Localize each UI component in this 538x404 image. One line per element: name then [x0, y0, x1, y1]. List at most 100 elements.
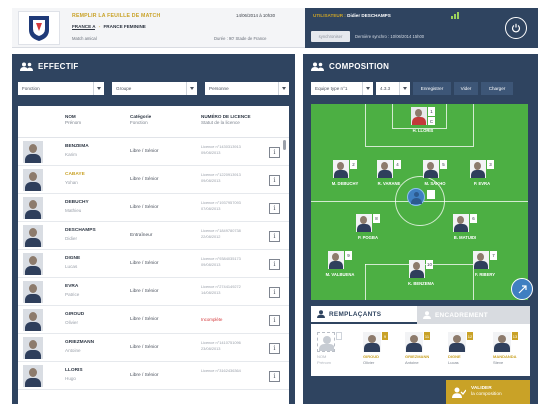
table-row[interactable]: LLORIS Hugo Libre / Sénior Licence n°316243…	[18, 362, 289, 390]
player-license: Licence n°1937957093 07/08/2013	[201, 200, 241, 211]
player-license: Licence n°1849780738 22/08/2012	[201, 228, 241, 239]
info-icon[interactable]: i	[269, 343, 280, 354]
bench-player-lastname: GRIEZMANN	[405, 354, 430, 359]
player-lastname: DIGNE	[65, 256, 81, 261]
info-icon[interactable]: i	[269, 231, 280, 242]
info-icon[interactable]: i	[269, 203, 280, 214]
validate-composition-button[interactable]: VALIDER la composition	[446, 380, 530, 404]
avatar	[493, 332, 511, 352]
player-license: Licence n°3162436364	[201, 368, 241, 374]
player-category: Entraîneur	[130, 233, 153, 238]
team-home[interactable]: FRANCE A	[72, 24, 96, 30]
player-category: Libre / Sénior	[130, 373, 159, 378]
chevron-down-icon	[93, 82, 104, 95]
bench-player[interactable]: 11 GRIEZMANN Antoine	[405, 330, 433, 372]
license-date: 09/08/2013	[201, 261, 221, 267]
license-date: 07/08/2013	[201, 205, 221, 211]
info-icon[interactable]: i	[269, 287, 280, 298]
users-icon	[20, 62, 33, 71]
filter-groupe-select[interactable]: Groupe	[112, 82, 197, 95]
table-row[interactable]: GIROUD Olivier Libre / Sénior Incomplète i	[18, 306, 289, 334]
player-license: Licence n°1410751096 23/08/2013	[201, 340, 241, 351]
app-header: REMPLIR LA FEUILLE DE MATCH 14/06/2014 à…	[12, 8, 538, 48]
avatar	[405, 332, 423, 352]
tab-remplacants[interactable]: REMPLAÇANTS	[311, 306, 417, 324]
filter-personne-select[interactable]: Personne	[205, 82, 289, 95]
license-number: Licence n°1220913913	[201, 172, 241, 177]
bench-player-firstname: Lucas	[448, 360, 459, 365]
info-icon[interactable]: i	[269, 315, 280, 326]
avatar	[409, 260, 425, 278]
shirt-number: 2	[350, 160, 357, 169]
license-number: Licence n°2744149272	[201, 284, 241, 289]
bench-slot-empty[interactable]: NOM Prénom	[317, 330, 345, 372]
player-lastname: DESCHAMPS	[65, 228, 96, 233]
table-row[interactable]: DEBUCHY Mathieu Libre / Sénior Licence n°19…	[18, 194, 289, 222]
bench-player-lastname: MANDANDA	[493, 354, 517, 359]
bench-player-firstname: Olivier	[363, 360, 375, 365]
expand-pitch-button[interactable]	[511, 278, 533, 300]
info-icon[interactable]: i	[269, 147, 280, 158]
shirt-number: 1	[428, 107, 435, 116]
license-number: Licence n°1430313913	[201, 144, 241, 149]
pitch-player-name: R. VARANE	[377, 181, 401, 186]
filter-fonction-select[interactable]: Fonction	[18, 82, 104, 95]
clear-button[interactable]: Vider	[454, 82, 478, 95]
list-scrollbar[interactable]	[283, 140, 286, 150]
user-icon	[423, 311, 431, 319]
avatar	[473, 251, 489, 269]
save-button[interactable]: Enregistrer	[413, 82, 451, 95]
table-row[interactable]: DESCHAMPS Didier Entraîneur Licence n°18497…	[18, 222, 289, 250]
player-firstname: Antoine	[65, 348, 81, 353]
player-license: Licence n°1220913913 09/08/2013	[201, 172, 241, 183]
bench-player[interactable]: 13 MANDANDA Steve	[493, 330, 521, 372]
teams-separator: -	[98, 24, 101, 29]
shirt-number: 11	[424, 332, 430, 340]
bench-player-lastname: DIGNE	[448, 354, 461, 359]
table-row[interactable]: BENZEMA Karim Libre / Sénior Licence n°1430…	[18, 138, 289, 166]
info-icon[interactable]: i	[269, 259, 280, 270]
avatar	[23, 141, 43, 163]
table-row[interactable]: CABAYE Yohan Libre / Sénior Licence n°12209…	[18, 166, 289, 194]
player-license: Licence n°2744149272 14/08/2013	[201, 284, 241, 295]
team-away[interactable]: FRANCE FEMININE	[104, 24, 146, 29]
license-date: 09/08/2013	[201, 177, 221, 183]
effectif-title: EFFECTIF	[38, 62, 79, 71]
player-category: Libre / Sénior	[130, 345, 159, 350]
avatar	[453, 214, 469, 232]
shirt-number	[336, 332, 342, 340]
fff-logo	[18, 11, 60, 45]
player-firstname: Hugo	[65, 376, 76, 381]
info-icon[interactable]: i	[269, 175, 280, 186]
shirt-number: 9	[345, 251, 352, 260]
logout-button[interactable]	[505, 17, 527, 39]
match-datetime: 14/06/2014 à 10h30	[236, 13, 276, 18]
match-teams: FRANCE A - FRANCE FEMININE	[72, 24, 146, 30]
table-row[interactable]: EVRA Patrice Libre / Sénior Licence n°27441…	[18, 278, 289, 306]
load-button[interactable]: Charger	[481, 82, 513, 95]
player-category: Libre / Sénior	[130, 205, 159, 210]
formation-select[interactable]: 4.3.3	[376, 82, 410, 95]
bench-player[interactable]: 9 GIROUD Olivier	[363, 330, 391, 372]
avatar	[328, 251, 344, 269]
tab-encadrement[interactable]: ENCADREMENT	[417, 306, 530, 324]
table-row[interactable]: GRIEZMANN Antoine Libre / Sénior Licence n°…	[18, 334, 289, 362]
bench-player-firstname: Prénom	[317, 360, 332, 365]
team-type-select[interactable]: Equipe type n°1	[311, 82, 373, 95]
shirt-number: 5	[440, 160, 447, 169]
sync-button[interactable]: synchroniser	[311, 31, 350, 42]
user-info: UTILISATEUR : Didier DESCHAMPS	[313, 13, 391, 18]
shirt-number: 4	[394, 160, 401, 169]
player-lastname: EVRA	[65, 284, 79, 289]
player-firstname: Olivier	[65, 320, 79, 325]
license-number: Licence n°3162436364	[201, 368, 241, 373]
table-row[interactable]: DIGNE Lucas Libre / Sénior Licence n°938403…	[18, 250, 289, 278]
effectif-panel: EFFECTIF Fonction Groupe Personne NOM Pré…	[12, 54, 295, 404]
composition-panel: COMPOSITION Equipe type n°1 4.3.3 Enregi…	[303, 54, 538, 404]
avatar	[363, 332, 381, 352]
avatar	[470, 160, 486, 178]
coach-marker[interactable]	[407, 188, 425, 206]
bench-player[interactable]: 12 DIGNE Lucas	[448, 330, 476, 372]
composition-heading: COMPOSITION	[311, 62, 389, 71]
info-icon[interactable]: i	[269, 371, 280, 382]
